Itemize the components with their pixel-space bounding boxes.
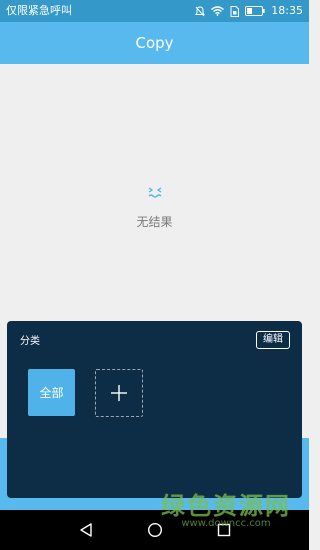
- back-button[interactable]: [76, 520, 96, 540]
- category-label: 全部: [39, 386, 64, 400]
- empty-text: 无结果: [136, 215, 173, 229]
- status-time: 18:35: [271, 4, 303, 17]
- status-bar: 仅限紧急呼叫 18:35: [0, 0, 309, 22]
- face-icon: [148, 187, 161, 198]
- status-icons: 18:35: [195, 3, 303, 19]
- sim-icon: [230, 5, 240, 17]
- edit-button[interactable]: 编辑: [256, 331, 290, 349]
- mute-icon: [195, 5, 206, 17]
- back-icon: [80, 523, 92, 537]
- panel-title: 分类: [20, 336, 40, 347]
- category-all-button[interactable]: 全部: [28, 369, 75, 416]
- battery-icon: [245, 6, 265, 16]
- watermark-url: www.downcc.com: [181, 518, 271, 529]
- watermark: 绿色资源网 www.downcc.com: [161, 493, 291, 529]
- page-title: Copy: [135, 34, 174, 52]
- add-category-button[interactable]: [95, 369, 143, 417]
- plus-icon: [111, 385, 127, 401]
- category-panel: 分类 编辑 全部: [7, 321, 302, 498]
- watermark-title: 绿色资源网: [161, 492, 291, 520]
- wifi-icon: [211, 6, 225, 16]
- carrier-text: 仅限紧急呼叫: [6, 4, 72, 17]
- app-header: Copy: [0, 22, 309, 64]
- empty-state: 无结果: [0, 185, 309, 230]
